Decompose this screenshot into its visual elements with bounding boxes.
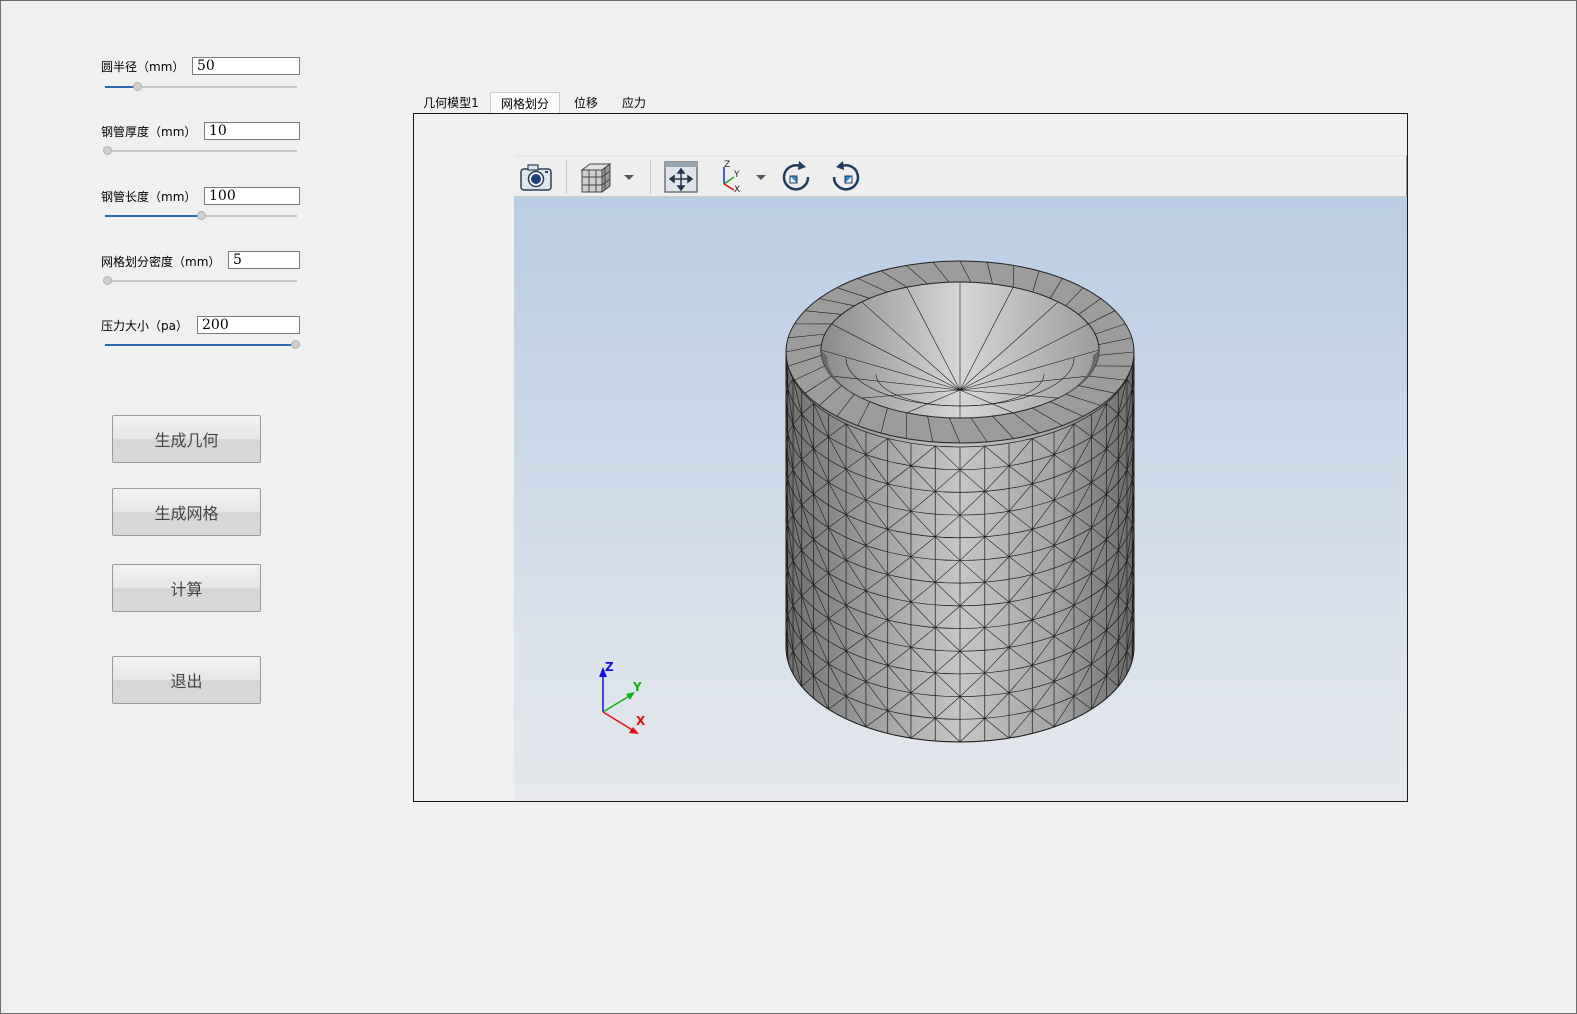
compute-button[interactable]: 计算: [112, 564, 261, 612]
fit-all-icon[interactable]: [662, 158, 700, 196]
mesh-density-label: 网格划分密度（mm）: [101, 255, 221, 269]
tab-mesh[interactable]: 网格划分: [490, 92, 560, 114]
radius-input[interactable]: 50: [192, 57, 300, 75]
thickness-input[interactable]: 10: [204, 122, 300, 140]
mesh-model: Z Y X: [599, 260, 1135, 743]
triad-z-label: Z: [605, 660, 614, 674]
tab-stress[interactable]: 应力: [614, 92, 654, 114]
mesh-density-input[interactable]: 5: [228, 251, 300, 269]
camera-icon[interactable]: [518, 158, 554, 196]
3d-viewport[interactable]: Z Y X: [514, 197, 1407, 801]
viewer-toolbar: Z Y X: [514, 155, 1407, 197]
radius-label: 圆半径（mm）: [101, 60, 185, 74]
radius-slider[interactable]: [105, 81, 297, 93]
rotate-ccw-icon[interactable]: [826, 158, 864, 196]
triad-x-label: X: [636, 714, 646, 728]
thickness-slider[interactable]: [103, 145, 297, 157]
triad-y-label: Y: [632, 680, 642, 694]
pressure-label: 压力大小（pa）: [101, 319, 188, 333]
dropdown-arrow-icon[interactable]: [622, 158, 636, 196]
generate-geometry-button[interactable]: 生成几何: [112, 415, 261, 463]
svg-text:Z: Z: [724, 160, 730, 170]
mesh-density-slider[interactable]: [103, 275, 297, 287]
axis-triad-icon[interactable]: Z Y X: [712, 158, 748, 196]
generate-mesh-button[interactable]: 生成网格: [112, 488, 261, 536]
svg-text:Y: Y: [733, 170, 740, 180]
pressure-slider[interactable]: [105, 339, 300, 351]
axis-triad-indicator: Z Y X: [599, 660, 646, 734]
svg-text:X: X: [734, 185, 740, 195]
thickness-label: 钢管厚度（mm）: [101, 125, 197, 139]
view-cube-icon[interactable]: [578, 158, 614, 196]
length-input[interactable]: 100: [204, 187, 300, 205]
pressure-input[interactable]: 200: [197, 316, 300, 334]
rotate-cw-icon[interactable]: [778, 158, 816, 196]
length-slider[interactable]: [105, 210, 297, 222]
exit-button[interactable]: 退出: [112, 656, 261, 704]
tab-geometry-model[interactable]: 几何模型1: [416, 92, 486, 114]
dropdown-arrow-icon[interactable]: [754, 158, 768, 196]
tab-displacement[interactable]: 位移: [566, 92, 606, 114]
length-label: 钢管长度（mm）: [101, 190, 197, 204]
